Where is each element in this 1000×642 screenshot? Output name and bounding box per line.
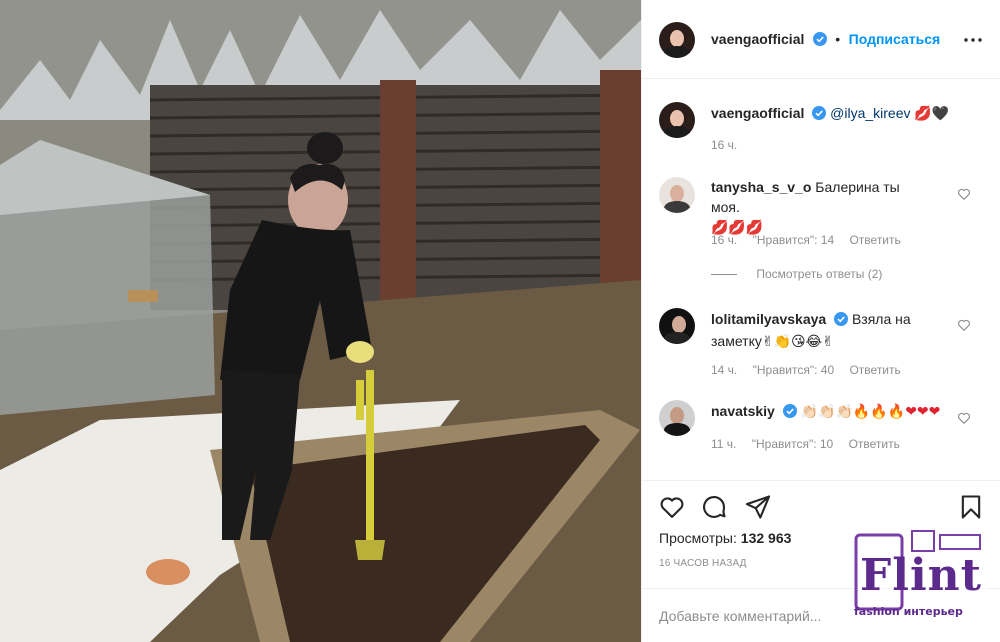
like-heart-icon[interactable] <box>658 493 686 521</box>
caption-avatar[interactable] <box>659 102 695 138</box>
watermark-subtitle: fashion интерьер <box>854 605 963 618</box>
view-replies-button[interactable]: Посмотреть ответы (2) <box>711 267 882 281</box>
like-comment-heart-icon[interactable] <box>957 318 971 332</box>
comment-avatar[interactable] <box>659 177 695 213</box>
comment-text-block: tanysha_s_v_o Балерина ты моя. 💋💋💋 <box>711 177 931 237</box>
header-username[interactable]: vaengaofficial <box>711 31 804 47</box>
caption-text-row: vaengaofficial @ilya_kireev 💋🖤 <box>711 103 949 125</box>
verified-badge-icon <box>812 105 827 125</box>
share-paper-plane-icon[interactable] <box>744 493 772 521</box>
verified-badge-icon <box>812 32 827 51</box>
views-number: 132 963 <box>740 530 792 546</box>
caption-time[interactable]: 16 ч. <box>711 138 737 152</box>
like-comment-heart-icon[interactable] <box>957 187 971 201</box>
comment-text: Взяла на <box>851 311 911 327</box>
comment-text-block: lolitamilyavskaya Взяла на заметку✌👏😘😂✌ <box>711 309 941 351</box>
avatar[interactable] <box>659 22 695 58</box>
reply-button[interactable]: Ответить <box>849 233 900 247</box>
reply-button[interactable]: Ответить <box>849 363 900 377</box>
comment-avatar[interactable] <box>659 308 695 344</box>
replies-divider <box>711 274 737 276</box>
header-user-row: vaengaofficial • Подписаться <box>711 31 940 51</box>
video-frame <box>0 0 641 642</box>
comment-username[interactable]: navatskiy <box>711 403 775 419</box>
comment-text: 👏🏻👏🏻👏🏻🔥🔥🔥❤❤❤ <box>800 403 941 419</box>
post-video[interactable] <box>0 0 641 642</box>
view-replies-label: Посмотреть ответы (2) <box>756 267 883 281</box>
caption-username[interactable]: vaengaofficial <box>711 105 804 121</box>
comment-time[interactable]: 14 ч. <box>711 363 737 377</box>
like-comment-heart-icon[interactable] <box>957 411 971 425</box>
comments-list: vaengaofficial @ilya_kireev 💋🖤 16 ч. tan… <box>642 80 1000 480</box>
post-timestamp[interactable]: 16 часов назад <box>659 558 747 569</box>
post-header: vaengaofficial • Подписаться <box>642 0 1000 79</box>
caption-text[interactable]: @ilya_kireev 💋🖤 <box>830 105 949 121</box>
comment-bubble-icon[interactable] <box>700 493 728 521</box>
comment-text-block: navatskiy 👏🏻👏🏻👏🏻🔥🔥🔥❤❤❤ <box>711 401 951 423</box>
comment-time[interactable]: 11 ч. <box>711 437 736 451</box>
reply-button[interactable]: Ответить <box>849 437 900 451</box>
comment-likes[interactable]: "Нравится": 14 <box>753 233 835 247</box>
flint-watermark-logo: Flint fashion интерьер <box>852 527 988 623</box>
comment-likes[interactable]: "Нравится": 10 <box>752 437 834 451</box>
views-label: Просмотры: <box>659 530 737 546</box>
comment-meta: 14 ч. "Нравится": 40 Ответить <box>711 363 901 377</box>
comment-input[interactable] <box>659 608 859 624</box>
comment-avatar[interactable] <box>659 400 695 436</box>
watermark-logo-text: Flint <box>860 550 982 601</box>
comment-username[interactable]: tanysha_s_v_o <box>711 179 811 195</box>
header-separator: • <box>835 31 841 47</box>
comment-username[interactable]: lolitamilyavskaya <box>711 311 826 327</box>
verified-badge-icon <box>782 403 797 423</box>
verified-badge-icon <box>834 311 849 331</box>
follow-button[interactable]: Подписаться <box>849 31 941 47</box>
save-bookmark-icon[interactable] <box>957 493 985 521</box>
comment-meta: 16 ч. "Нравится": 14 Ответить <box>711 233 901 247</box>
comment-meta: 11 ч. "Нравится": 10 Ответить <box>711 437 900 451</box>
views-count[interactable]: Просмотры: 132 963 <box>659 530 791 546</box>
comment-likes[interactable]: "Нравится": 40 <box>753 363 835 377</box>
comment-text-line2: заметку✌👏😘😂✌ <box>711 333 834 349</box>
more-options-icon[interactable] <box>961 28 985 52</box>
comment-time[interactable]: 16 ч. <box>711 233 737 247</box>
